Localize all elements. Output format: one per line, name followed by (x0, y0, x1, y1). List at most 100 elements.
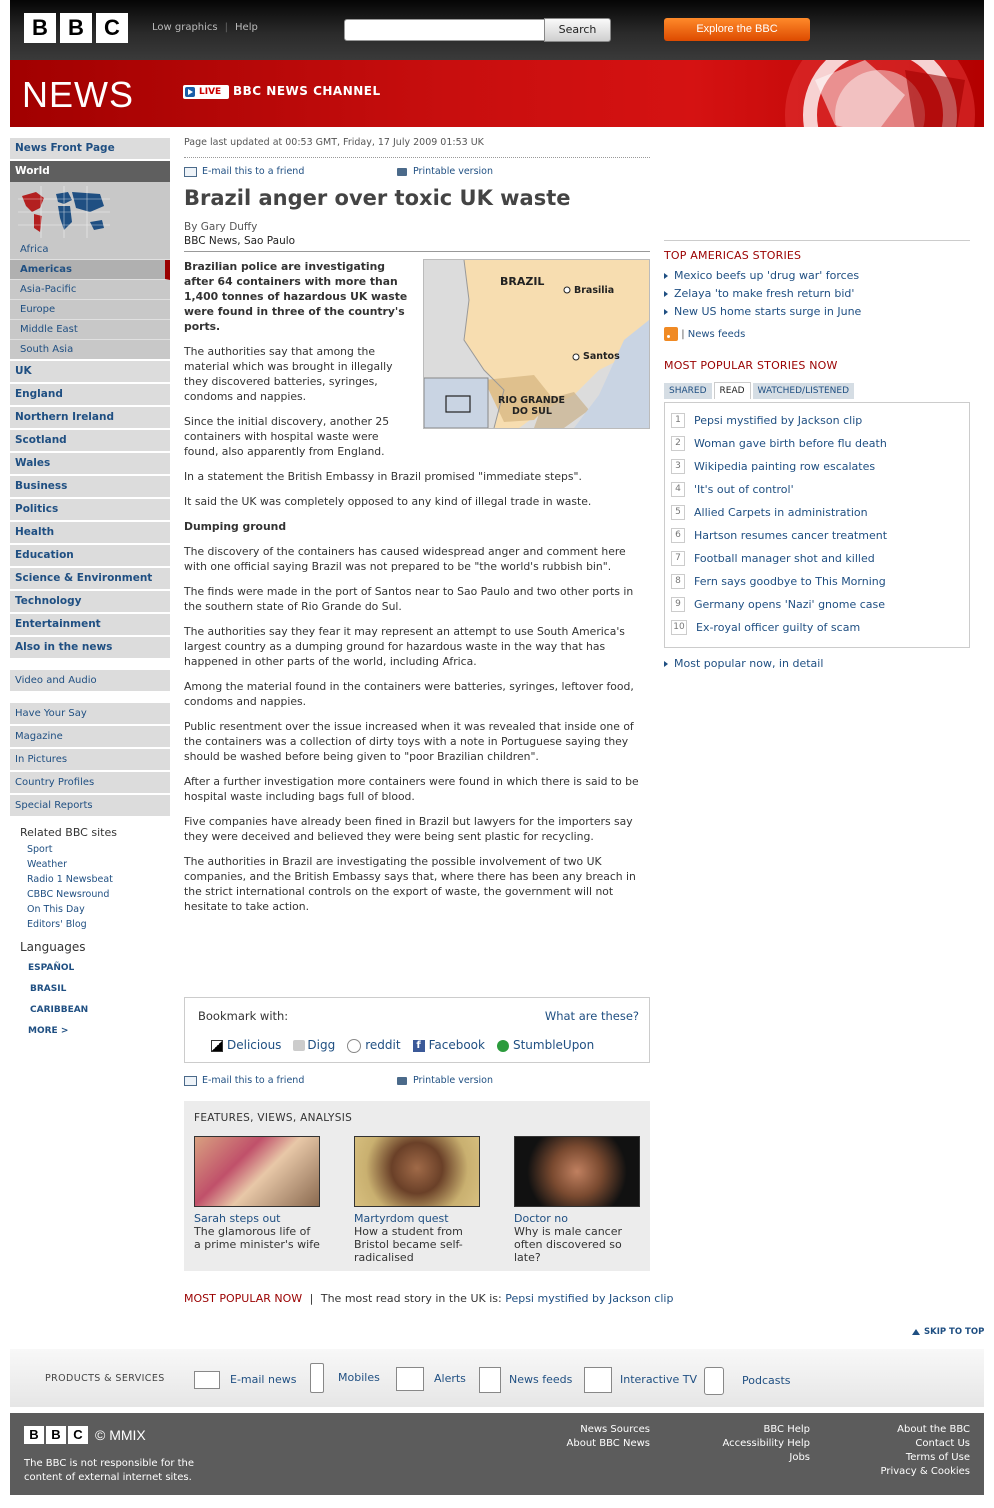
nav-also-in-the-news[interactable]: Also in the news (10, 637, 170, 660)
product-interactive-tv[interactable]: Interactive TV (584, 1367, 697, 1393)
tab-watched-listened[interactable]: WATCHED/LISTENED (752, 383, 854, 399)
feature-image[interactable] (194, 1136, 320, 1207)
nav-news-front-page[interactable]: News Front Page (10, 138, 170, 161)
lang-brasil[interactable]: BRASIL (28, 979, 170, 1000)
feature-card[interactable]: Martyrdom quest How a student from Brist… (354, 1136, 480, 1264)
feature-image[interactable] (514, 1136, 640, 1207)
nav-scotland[interactable]: Scotland (10, 430, 170, 453)
nav-world[interactable]: World (10, 161, 170, 182)
search-button[interactable]: Search (544, 18, 611, 42)
product-news-feeds[interactable]: News feeds (479, 1367, 572, 1393)
nav-europe[interactable]: Europe (10, 300, 170, 320)
printable-version-link-bottom[interactable]: Printable version (397, 1075, 493, 1086)
nav-special-reports[interactable]: Special Reports (10, 795, 170, 818)
lang-caribbean[interactable]: CARIBBEAN (28, 1000, 170, 1021)
printable-version-link[interactable]: Printable version (397, 166, 493, 177)
top-story-link[interactable]: Zelaya 'to make fresh return bid' (664, 285, 970, 303)
what-are-these-link[interactable]: What are these? (545, 1009, 639, 1023)
list-item[interactable]: 5 Allied Carpets in administration (671, 501, 961, 524)
nav-entertainment[interactable]: Entertainment (10, 614, 170, 637)
product-alerts[interactable]: Alerts (396, 1367, 466, 1391)
facebook-link[interactable]: f Facebook (412, 1038, 485, 1053)
feature-title[interactable]: Martyrdom quest (354, 1212, 480, 1225)
footer-bbc-logo[interactable]: B B C (24, 1426, 88, 1444)
list-item[interactable]: 6 Hartson resumes cancer treatment (671, 524, 961, 547)
list-item[interactable]: 1 Pepsi mystified by Jackson clip (671, 409, 961, 432)
nav-health[interactable]: Health (10, 522, 170, 545)
related-editors-blog[interactable]: Editors' Blog (27, 917, 170, 932)
world-map-icon[interactable] (18, 186, 110, 238)
tab-shared[interactable]: SHARED (664, 383, 712, 399)
footer-bbc-help[interactable]: BBC Help (722, 1423, 810, 1437)
nav-south-asia[interactable]: South Asia (10, 340, 170, 361)
nav-uk[interactable]: UK (10, 361, 170, 384)
list-item[interactable]: 7 Football manager shot and killed (671, 547, 961, 570)
footer-accessibility-help[interactable]: Accessibility Help (722, 1437, 810, 1451)
delicious-link[interactable]: Delicious (211, 1038, 281, 1053)
footer-news-sources[interactable]: News Sources (567, 1423, 650, 1437)
stumbleupon-link[interactable]: StumbleUpon (496, 1038, 594, 1053)
skip-to-top-link[interactable]: SKIP TO TOP (912, 1327, 984, 1337)
product-email-news[interactable]: E-mail news (194, 1371, 296, 1389)
list-item[interactable]: 2 Woman gave birth before flu death (671, 432, 961, 455)
explore-bbc-button[interactable]: Explore the BBC (664, 18, 810, 41)
news-feeds-link[interactable]: | News feeds (664, 327, 970, 341)
nav-have-your-say[interactable]: Have Your Say (10, 703, 170, 726)
related-newsbeat[interactable]: Radio 1 Newsbeat (27, 872, 170, 887)
footer-about-bbc-news[interactable]: About BBC News (567, 1437, 650, 1451)
top-story-link[interactable]: New US home starts surge in June (664, 303, 970, 321)
nav-americas[interactable]: Americas (10, 260, 170, 280)
nav-politics[interactable]: Politics (10, 499, 170, 522)
nav-education[interactable]: Education (10, 545, 170, 568)
nav-country-profiles[interactable]: Country Profiles (10, 772, 170, 795)
nav-england[interactable]: England (10, 384, 170, 407)
product-podcasts[interactable]: Podcasts (704, 1367, 791, 1395)
news-title[interactable]: NEWS (22, 74, 134, 116)
nav-in-pictures[interactable]: In Pictures (10, 749, 170, 772)
most-popular-detail-link[interactable]: Most popular now, in detail (664, 657, 970, 670)
help-link[interactable]: Help (228, 22, 265, 33)
footer-privacy-cookies[interactable]: Privacy & Cookies (880, 1465, 970, 1479)
product-mobiles[interactable]: Mobiles (310, 1363, 380, 1393)
feature-title[interactable]: Sarah steps out (194, 1212, 320, 1225)
feature-title[interactable]: Doctor no (514, 1212, 640, 1225)
related-sport[interactable]: Sport (27, 842, 170, 857)
nav-africa[interactable]: Africa (10, 240, 170, 260)
list-item[interactable]: 8 Fern says goodbye to This Morning (671, 570, 961, 593)
lang-espanol[interactable]: ESPAÑOL (28, 958, 170, 979)
search-input[interactable] (344, 19, 546, 41)
bbc-logo[interactable]: B B C (24, 13, 128, 43)
nav-technology[interactable]: Technology (10, 591, 170, 614)
related-on-this-day[interactable]: On This Day (27, 902, 170, 917)
nav-wales[interactable]: Wales (10, 453, 170, 476)
list-item[interactable]: 4 'It's out of control' (671, 478, 961, 501)
nav-business[interactable]: Business (10, 476, 170, 499)
nav-northern-ireland[interactable]: Northern Ireland (10, 407, 170, 430)
digg-link[interactable]: Digg (293, 1038, 335, 1053)
related-newsround[interactable]: CBBC Newsround (27, 887, 170, 902)
list-item[interactable]: 3 Wikipedia painting row escalates (671, 455, 961, 478)
footer-about-bbc[interactable]: About the BBC (880, 1423, 970, 1437)
footer-jobs[interactable]: Jobs (722, 1451, 810, 1465)
nav-asia-pacific[interactable]: Asia-Pacific (10, 280, 170, 300)
most-read-link[interactable]: Pepsi mystified by Jackson clip (505, 1292, 673, 1305)
nav-magazine[interactable]: Magazine (10, 726, 170, 749)
low-graphics-link[interactable]: Low graphics (145, 22, 225, 33)
lang-more[interactable]: MORE > (28, 1021, 170, 1042)
tab-read[interactable]: READ (713, 382, 751, 399)
reddit-link[interactable]: reddit (347, 1038, 401, 1053)
top-story-link[interactable]: Mexico beefs up 'drug war' forces (664, 267, 970, 285)
feature-card[interactable]: Doctor no Why is male cancer often disco… (514, 1136, 640, 1264)
footer-terms-of-use[interactable]: Terms of Use (880, 1451, 970, 1465)
feature-card[interactable]: Sarah steps out The glamorous life of a … (194, 1136, 320, 1251)
footer-contact-us[interactable]: Contact Us (880, 1437, 970, 1451)
news-channel-link[interactable]: BBC NEWS CHANNEL (233, 84, 381, 98)
list-item[interactable]: 10 Ex-royal officer guilty of scam (671, 616, 961, 639)
related-weather[interactable]: Weather (27, 857, 170, 872)
nav-science-environment[interactable]: Science & Environment (10, 568, 170, 591)
nav-middle-east[interactable]: Middle East (10, 320, 170, 340)
nav-video-audio[interactable]: Video and Audio (10, 670, 170, 693)
list-item[interactable]: 9 Germany opens 'Nazi' gnome case (671, 593, 961, 616)
email-friend-link-bottom[interactable]: E-mail this to a friend (184, 1075, 304, 1086)
email-friend-link[interactable]: E-mail this to a friend (184, 166, 304, 177)
